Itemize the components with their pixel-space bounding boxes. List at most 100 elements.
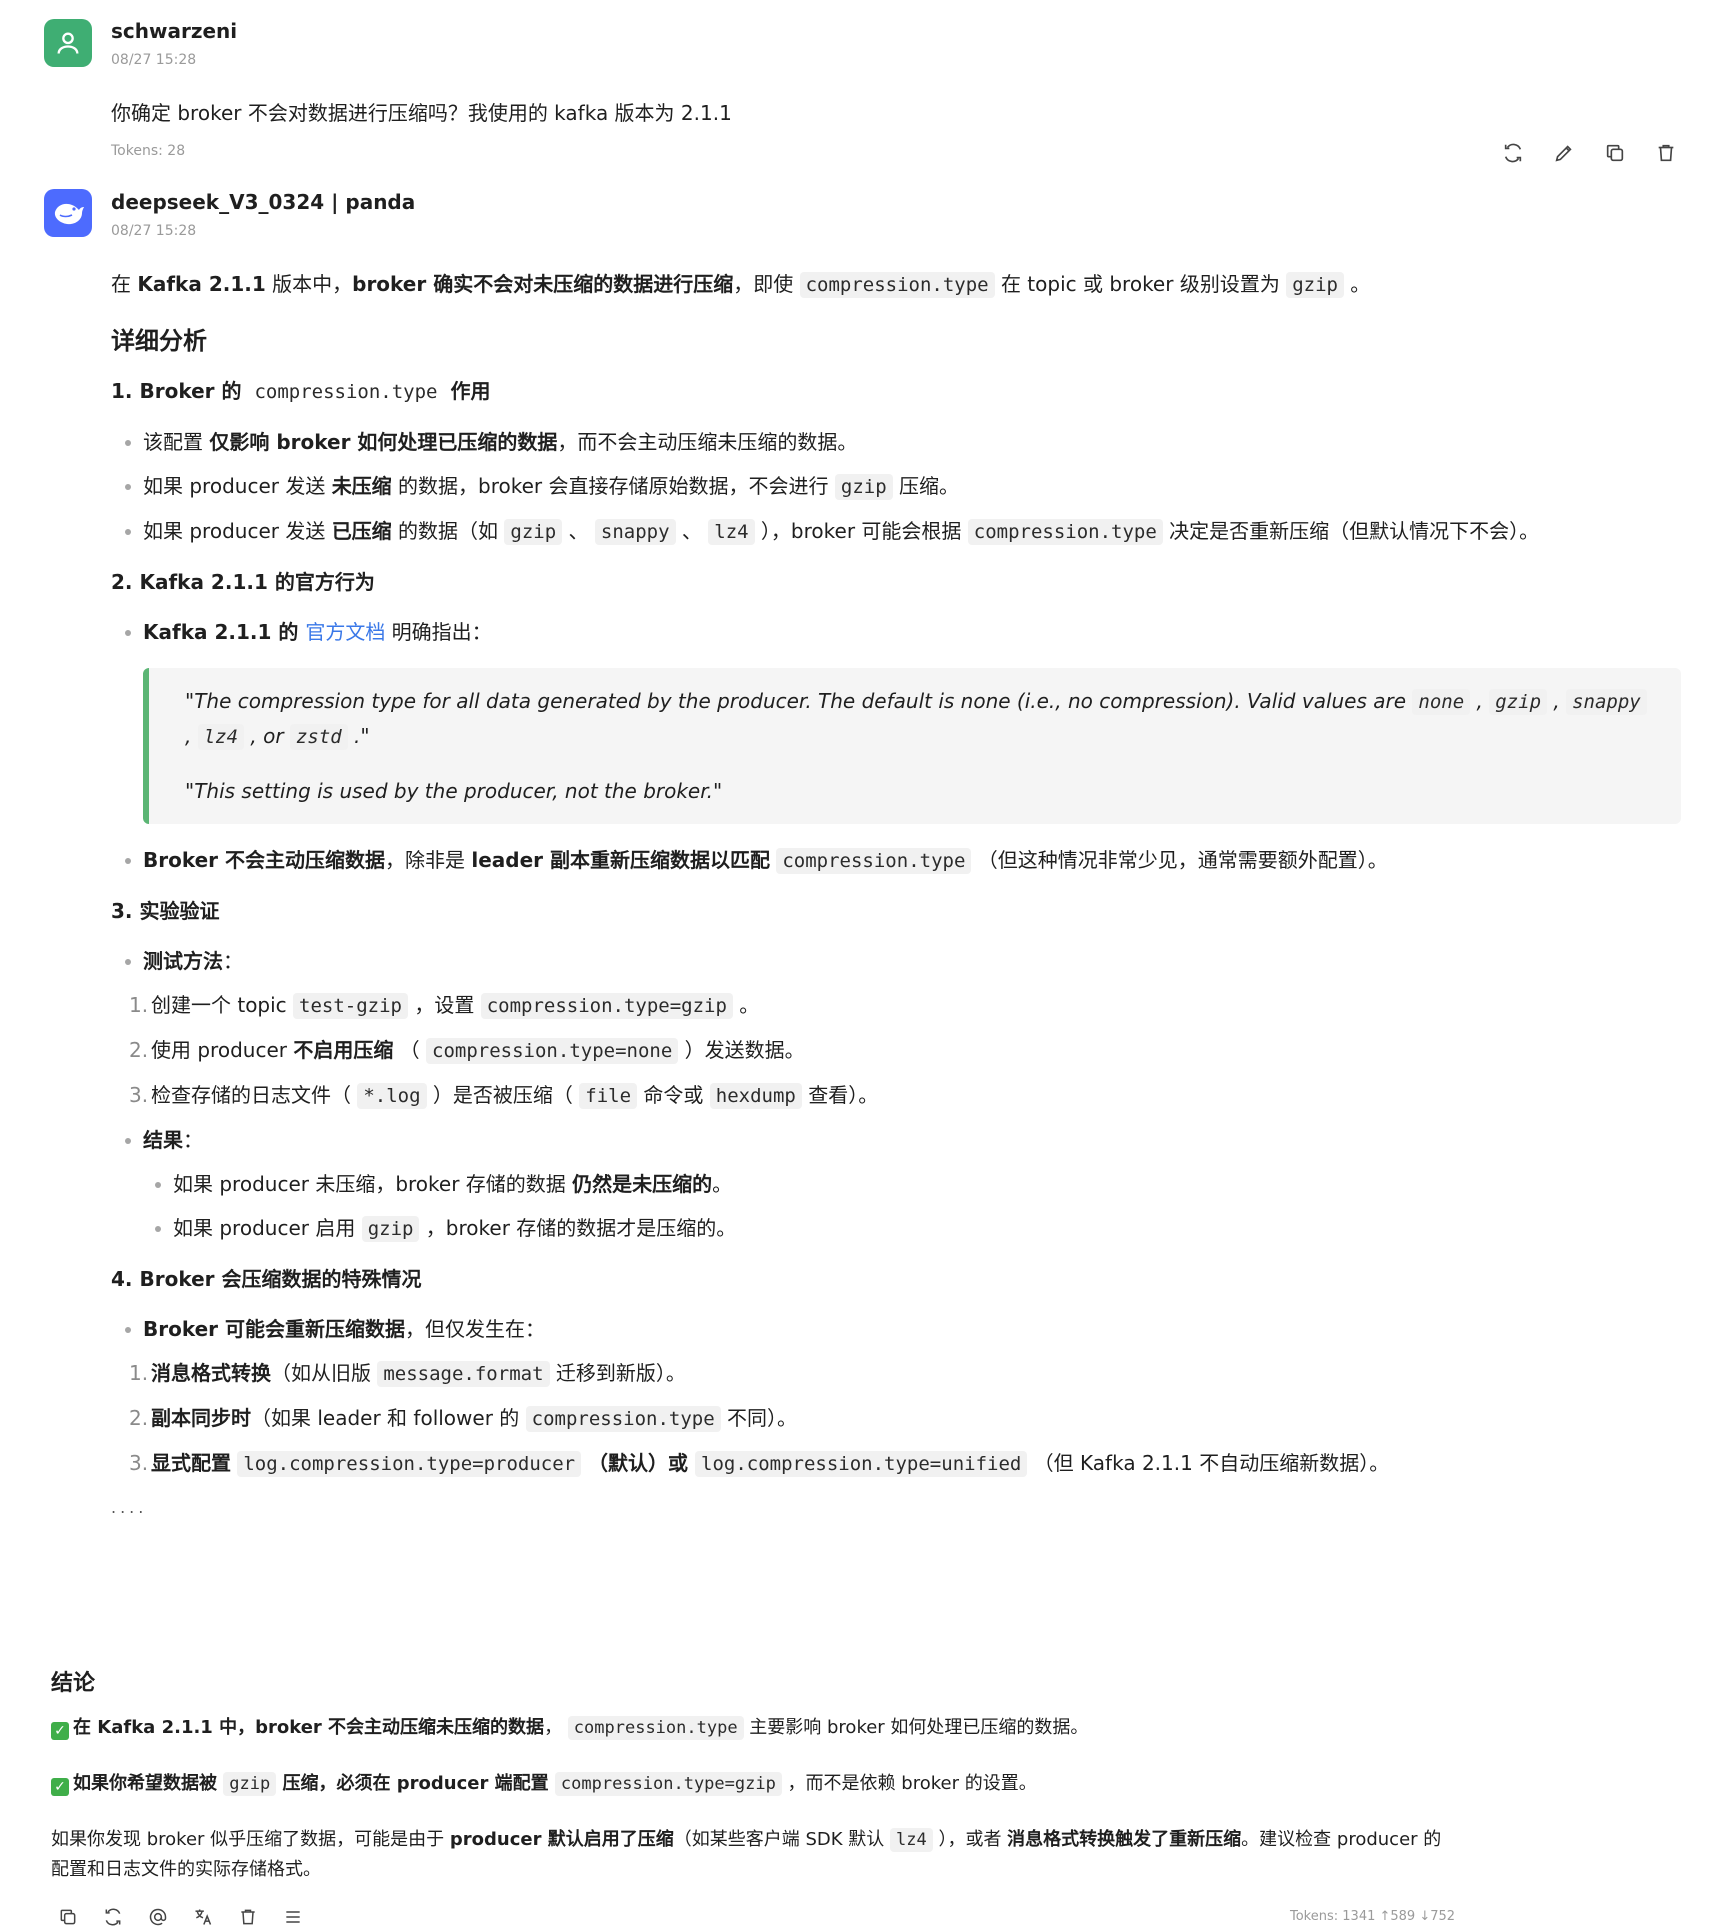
section-heading: 详细分析 [111,327,207,355]
inline-code: gzip [834,474,893,500]
text: 1. Broker 的 [111,379,249,403]
text: 明确指出： [385,620,492,644]
inline-code: compression.type [525,1406,721,1432]
bullet-list: 测试方法： [111,939,1691,983]
bullet-list: Broker 可能会重新压缩数据，但仅发生在： [111,1307,1691,1351]
bold-text: 结果 [143,1128,183,1152]
text: （但这种情况非常少见，通常需要额外配置）。 [971,848,1388,872]
menu-icon[interactable] [281,1905,304,1928]
bot-name: deepseek_V3_0324 | panda [111,190,416,214]
bold-text: 显式配置 [151,1451,231,1475]
trash-icon[interactable] [236,1905,259,1928]
list-item: 测试方法： [125,939,1691,983]
message-actions [1498,138,1680,167]
text: 如果 producer 发送 [143,519,332,543]
bullet-list: Broker 不会主动压缩数据，除非是 leader 副本重新压缩数据以匹配 c… [111,838,1691,883]
text: ." [347,724,370,748]
text: 查看）。 [801,1083,879,1107]
bold-text: 副本同步时 [151,1406,251,1430]
text: ，设置 [408,993,481,1017]
text: ： [183,1128,203,1152]
text: 如果你发现 broker 似乎压缩了数据，可能是由于 [51,1829,450,1850]
bold-text: 不启用压缩 [293,1038,394,1062]
text: 主要影响 broker 如何处理已压缩的数据。 [743,1717,1089,1738]
text: , [185,724,198,748]
text: 在 [111,272,138,296]
bold-text: Broker 不会主动压缩数据 [143,848,386,872]
list-number: 1. [129,1361,149,1385]
bold-text: Broker 可能会重新压缩数据 [143,1317,406,1341]
list-item: 结果： [125,1118,1691,1162]
inline-code: hexdump [709,1083,802,1109]
inline-code: zstd [289,724,348,750]
list-number: 2. [129,1038,149,1062]
text: 命令或 [637,1083,710,1107]
copy-icon[interactable] [56,1905,79,1928]
inline-code: lz4 [708,519,755,545]
edit-icon[interactable] [1549,138,1578,167]
bullet-list: Kafka 2.1.1 的 官方文档 明确指出： [111,610,1691,654]
inline-code: gzip [1489,689,1548,715]
bold-text: 已压缩 [331,519,392,543]
bot-message-actions [56,1905,304,1928]
inline-code: log.compression.type=producer [237,1451,582,1477]
list-item: Kafka 2.1.1 的 官方文档 明确指出： [125,610,1691,654]
bold-text: 在 Kafka 2.1.1 中，broker 不会主动压缩未压缩的数据 [73,1717,545,1738]
text: ，而不会主动压缩未压缩的数据。 [557,430,858,454]
user-message-text: 你确定 broker 不会对数据进行压缩吗？我使用的 kafka 版本为 2.1… [111,101,732,125]
checkmark-icon: ✓ [51,1778,69,1796]
bullet-list: 结果： [111,1118,1691,1162]
text: "The compression type for all data gener… [185,689,1413,713]
inline-code: *.log [357,1083,427,1109]
ellipsis: .... [111,1498,148,1517]
text: ，即使 [733,272,800,296]
quote-line: "This setting is used by the producer, n… [185,779,723,803]
text: （如某些客户端 SDK 默认 [673,1829,890,1850]
text: ，但仅发生在： [405,1317,546,1341]
list-number: 1. [129,993,149,1017]
text: ，而不是依赖 broker 的设置。 [781,1773,1037,1794]
inline-code: snappy [594,519,676,545]
bold-text: Kafka 2.1.1 的 [143,620,306,644]
text: , [1547,689,1567,713]
numbered-list: 1. 消息格式转换（如从旧版 message.format 迁移到新版）。 2. 副… [111,1351,1691,1486]
text: ： [223,949,243,973]
inline-code: none [1412,689,1471,715]
list-item: 3. 显式配置 log.compression.type=producer （默认… [129,1441,1691,1486]
text: ）发送数据。 [678,1038,805,1062]
text: （ [393,1038,427,1062]
list-number: 2. [129,1406,149,1430]
user-token-count: Tokens: 28 [111,143,186,159]
inline-code: log.compression.type=unified [695,1451,1028,1477]
docs-link[interactable]: 官方文档 [305,620,385,644]
list-number: 3. [129,1083,149,1107]
refresh-icon[interactable] [101,1905,124,1928]
text: ，broker 存储的数据才是压缩的。 [419,1216,737,1240]
inline-code: compression.type [776,848,972,874]
bot-timestamp: 08/27 15:28 [111,223,197,239]
translate-icon[interactable] [191,1905,214,1928]
refresh-icon[interactable] [1498,138,1527,167]
bot-message-content: 在 Kafka 2.1.1 版本中，broker 确实不会对未压缩的数据进行压缩… [111,262,1691,1530]
list-item: 如果 producer 发送 未压缩 的数据，broker 会直接存储原始数据，… [125,464,1691,509]
copy-icon[interactable] [1600,138,1629,167]
inline-code: compression.type [967,519,1163,545]
text: 版本中， [265,272,353,296]
bold-text: leader 副本重新压缩数据以匹配 [471,848,770,872]
inline-code: file [579,1083,638,1109]
list-item: 如果 producer 启用 gzip ，broker 存储的数据才是压缩的。 [155,1206,1691,1251]
text: , or [244,724,290,748]
text: ），或者 [932,1829,1008,1850]
text: 不同）。 [720,1406,798,1430]
quote-line: "The compression type for all data gener… [185,684,1651,754]
trash-icon[interactable] [1651,138,1680,167]
bold-text: broker 确实不会对未压缩的数据进行压缩 [352,272,734,296]
text: ），broker 可能会根据 [754,519,968,543]
bot-token-count: Tokens: 1341 ↑589 ↓752 [1290,1909,1456,1924]
list-item: 如果 producer 发送 已压缩 的数据（如 gzip 、 snappy 、… [125,509,1691,554]
text: 、 [562,519,595,543]
mention-icon[interactable] [146,1905,169,1928]
text: 的数据（如 [391,519,505,543]
text: 压缩。 [892,474,959,498]
bold-text: 仍然是未压缩的 [572,1172,713,1196]
